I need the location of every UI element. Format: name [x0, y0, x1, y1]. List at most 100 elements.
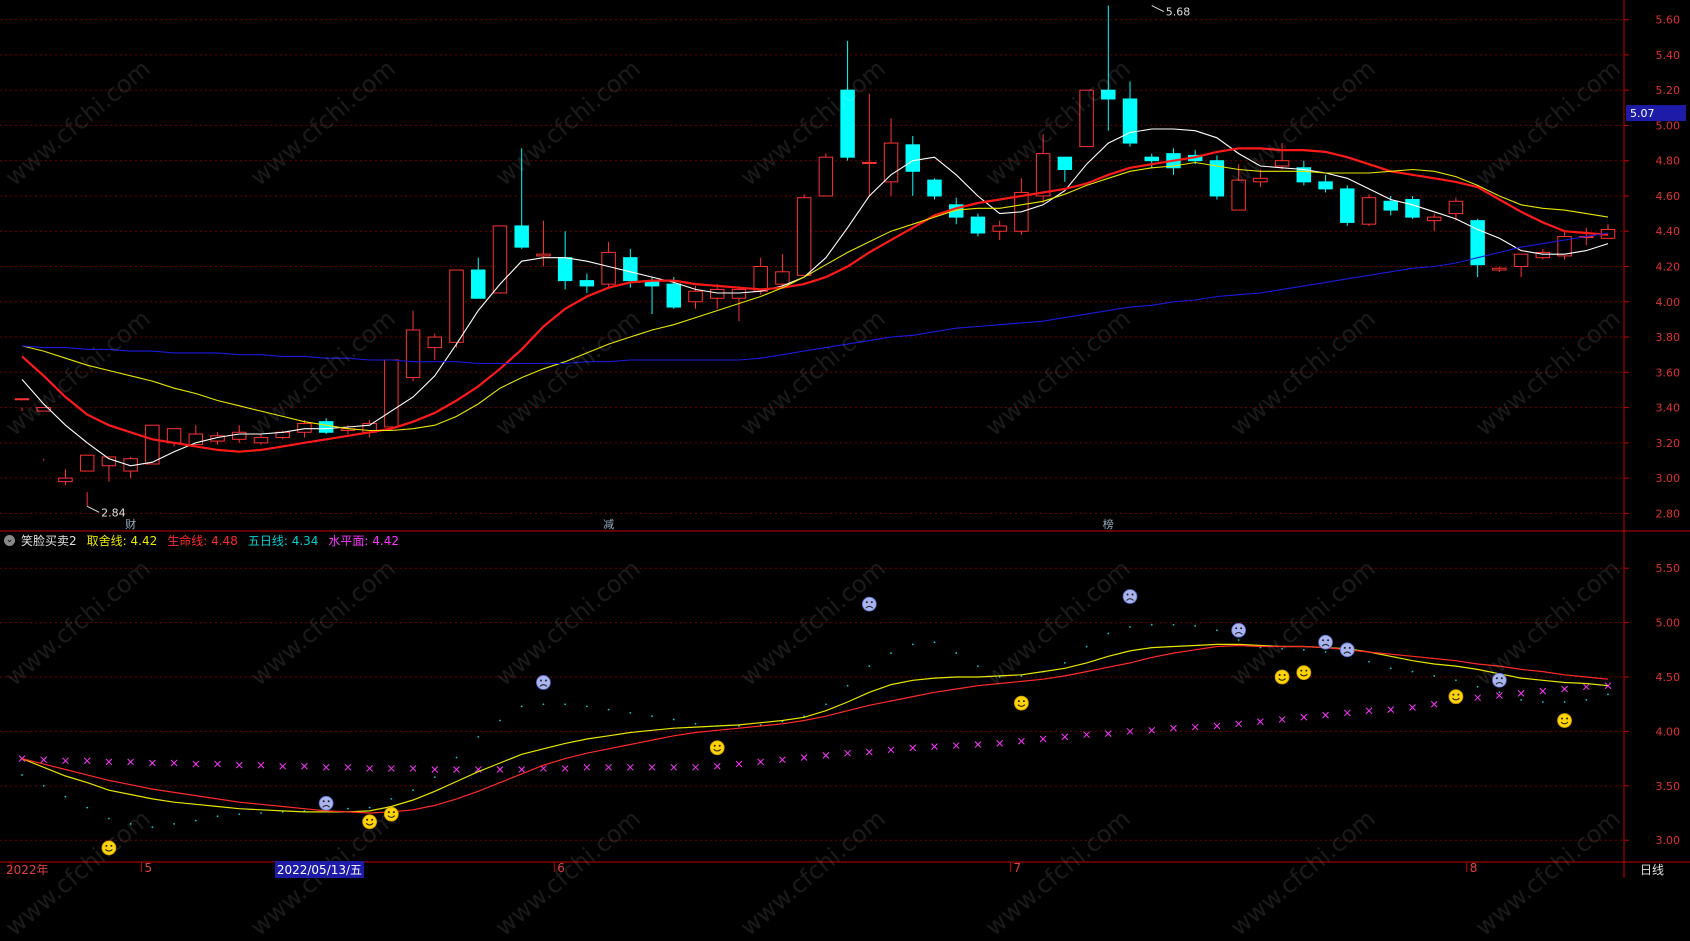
indicator-tick-label: 5.00	[1656, 617, 1681, 630]
five-day-dot	[64, 795, 67, 798]
indicator-tick-label: 3.00	[1656, 834, 1681, 847]
indicator-tick-label: 4.00	[1656, 725, 1681, 738]
five-day-dot	[21, 774, 23, 776]
face-eye	[1240, 627, 1243, 630]
face-eye	[870, 601, 873, 604]
face-eye	[1300, 669, 1303, 672]
candle-down	[514, 225, 529, 248]
five-day-dot	[846, 684, 849, 687]
five-day-dot	[86, 806, 89, 809]
candle-up	[449, 269, 464, 343]
indicator-tick-label: 4.50	[1656, 671, 1681, 684]
face-body	[383, 806, 399, 822]
sad-signal	[536, 675, 551, 690]
five-day-dot	[1455, 679, 1457, 682]
face-body	[1296, 665, 1312, 681]
face-eye	[1452, 693, 1455, 696]
event-marker: 榜	[1103, 517, 1114, 531]
price-tick-label: 3.40	[1656, 402, 1681, 415]
five-day-dot	[129, 823, 132, 825]
face-eye	[865, 601, 868, 604]
period-label[interactable]: 日线	[1640, 861, 1664, 878]
event-marker: 财	[125, 517, 136, 531]
candle-up	[384, 359, 399, 428]
five-day-dot	[1107, 632, 1110, 635]
five-day-dot	[151, 826, 154, 829]
five-day-dot	[1150, 623, 1153, 626]
face-eye	[718, 744, 721, 747]
smile-signal	[1274, 669, 1290, 685]
price-tick-label: 5.20	[1656, 84, 1681, 97]
five-day-dot	[1563, 701, 1566, 703]
five-day-dot	[1063, 661, 1066, 664]
five-day-dot	[672, 718, 675, 721]
candle-up	[1035, 153, 1051, 197]
price-tick-label: 5.00	[1656, 119, 1681, 132]
five-day-dot	[1411, 670, 1414, 673]
candle-up	[818, 156, 834, 197]
five-day-dot	[890, 652, 892, 654]
five-day-dot	[194, 819, 197, 822]
current-price-label: 5.07	[1630, 107, 1655, 120]
price-tick-label: 3.20	[1656, 437, 1681, 450]
face-eye	[1017, 700, 1020, 703]
five-day-dot	[955, 652, 958, 654]
candle-down	[905, 144, 921, 172]
x-axis-label: 8	[1469, 861, 1478, 875]
five-day-dot	[1476, 685, 1479, 688]
five-day-dot	[173, 823, 175, 825]
indicator-tick-label: 5.50	[1656, 562, 1681, 575]
candle-up	[1492, 267, 1507, 271]
face-eye	[1495, 677, 1498, 680]
face-eye	[1500, 677, 1503, 680]
price-tick-label: 3.80	[1656, 331, 1681, 344]
smile-signal	[1296, 665, 1312, 681]
candle-up	[79, 454, 95, 472]
sad-signal	[861, 596, 877, 612]
candle-up	[145, 424, 160, 465]
candle-down	[471, 269, 486, 299]
price-tick-label: 4.00	[1656, 296, 1681, 309]
candle-up	[1231, 179, 1246, 211]
x-axis-selected-date: 2022/05/13/五	[274, 861, 365, 878]
face-eye	[1327, 639, 1330, 642]
five-day-dot	[564, 703, 567, 706]
price-tick-label: 2.80	[1656, 507, 1681, 520]
legend-entry-五日线: 五日线: 4.34	[248, 532, 319, 549]
five-day-dot	[1302, 648, 1305, 651]
annotation-label: 2.84	[101, 506, 126, 519]
candle-up	[731, 288, 747, 299]
legend-entry-水平面: 水平面: 4.42	[328, 532, 399, 549]
face-eye	[322, 800, 325, 803]
sad-signal	[318, 795, 334, 811]
indicator-toggle-icon[interactable]: ⌄	[4, 534, 15, 546]
five-day-dot	[694, 722, 697, 725]
five-day-dot	[260, 812, 262, 814]
candle-down	[1318, 181, 1333, 190]
five-day-dot	[1433, 675, 1436, 677]
candle-up	[14, 398, 30, 401]
candle-up	[1426, 216, 1442, 222]
legend-label: 取舍线:	[86, 533, 127, 548]
face-eye	[1566, 717, 1569, 720]
candle-down	[1340, 188, 1355, 223]
candle-down	[1057, 156, 1073, 171]
legend-entry-取舍线: 取舍线: 4.42	[87, 532, 158, 549]
face-eye	[1022, 700, 1025, 703]
event-marker: 减	[603, 518, 614, 531]
smile-signal	[383, 806, 399, 822]
five-day-dot	[933, 641, 936, 644]
x-axis-label: 2022年	[6, 863, 49, 877]
five-day-dot	[238, 813, 241, 816]
candle-down	[579, 280, 595, 287]
five-day-dot	[1607, 693, 1609, 696]
indicator-name[interactable]: 笑脸买卖2	[21, 532, 77, 549]
five-day-dot	[1368, 660, 1370, 663]
five-day-dot	[542, 703, 545, 706]
candle-down	[1144, 156, 1159, 162]
five-day-dot	[346, 807, 349, 810]
five-day-dot	[390, 797, 393, 800]
face-eye	[110, 844, 113, 847]
candle-down	[1405, 198, 1420, 218]
five-day-dot	[455, 756, 458, 759]
